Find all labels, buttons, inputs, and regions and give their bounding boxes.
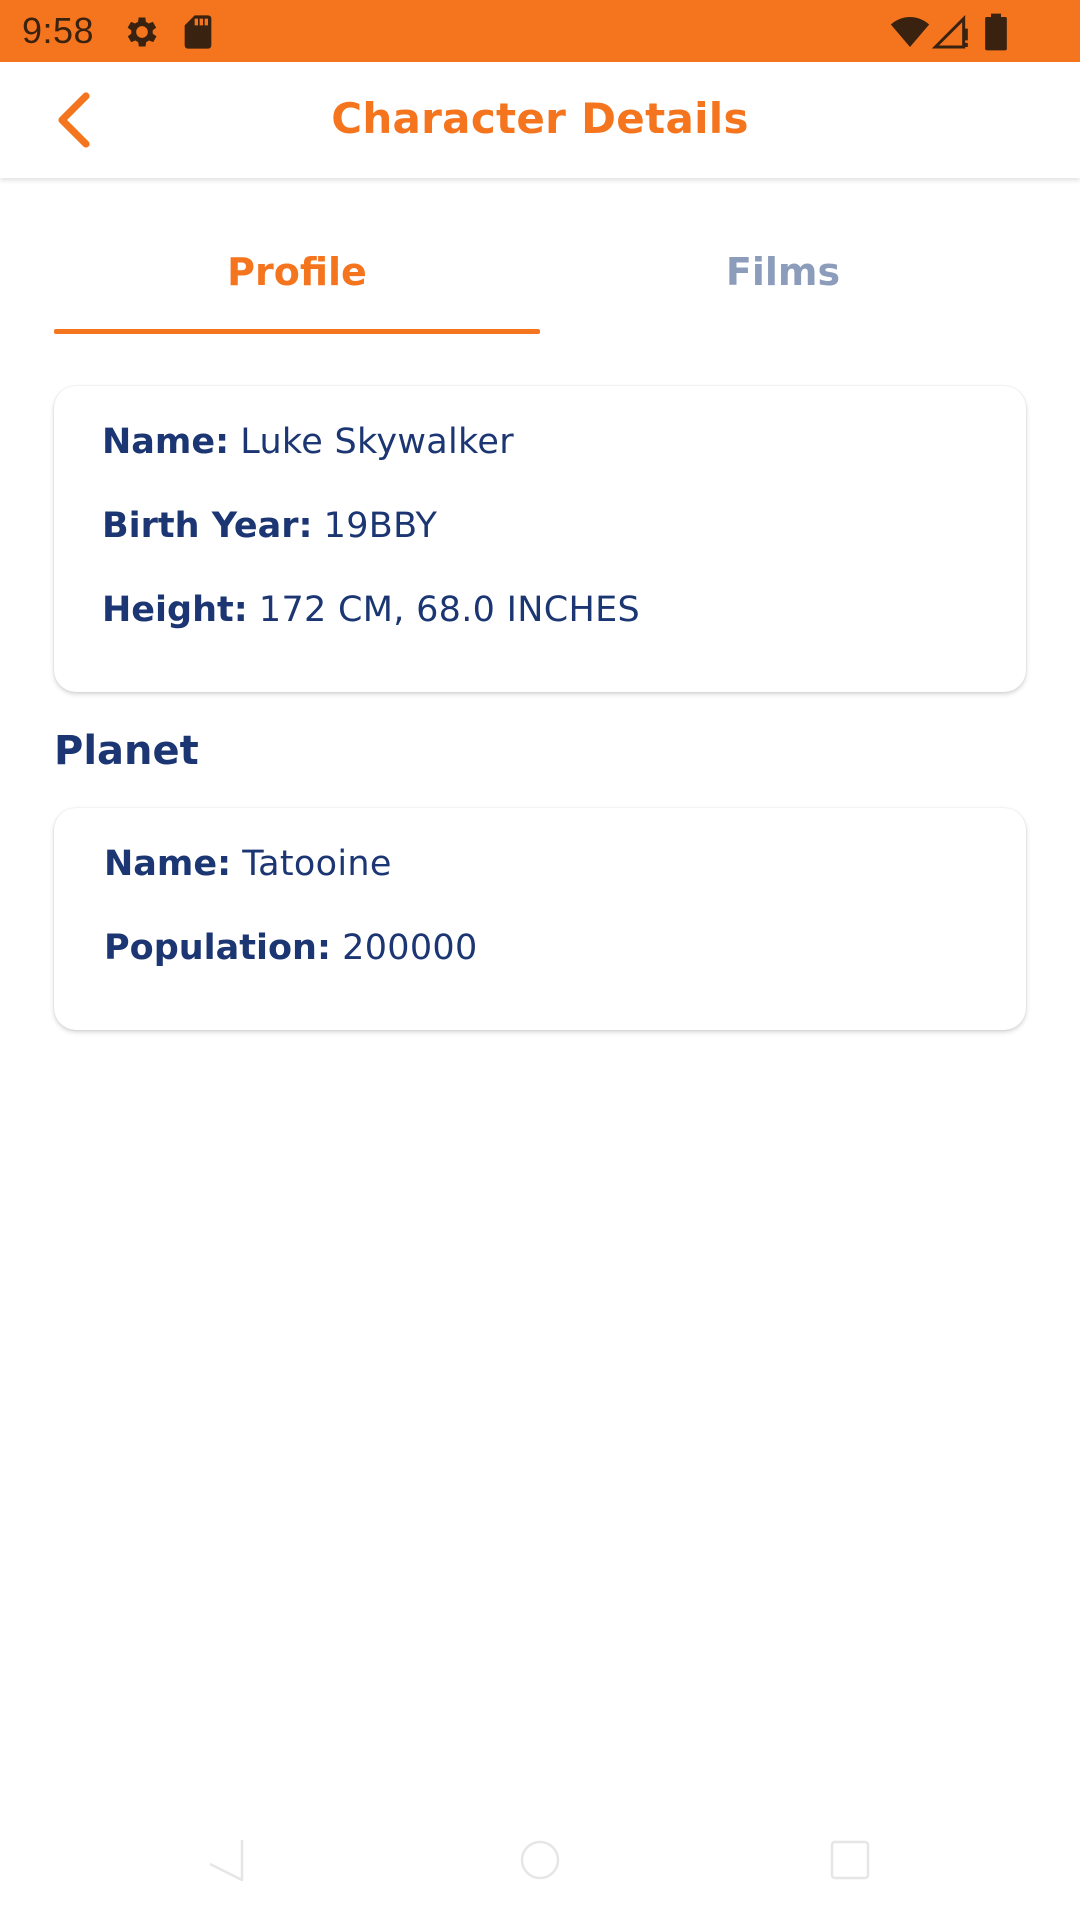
tab-profile[interactable]: Profile — [54, 230, 540, 334]
planet-name-label: Name: — [104, 844, 232, 884]
recents-square-icon — [830, 1840, 870, 1880]
planet-name-row: Name: Tatooine — [104, 844, 392, 884]
home-circle-icon — [520, 1840, 560, 1880]
tab-bar: Profile Films — [54, 230, 1026, 334]
cell-signal-icon — [932, 12, 972, 52]
status-bar: 9:58 — [0, 0, 1080, 62]
planet-card: Name: Tatooine Population: 200000 — [54, 808, 1026, 1030]
tab-profile-label: Profile — [227, 250, 367, 294]
planet-population-row: Population: 200000 — [104, 928, 478, 968]
wifi-icon — [888, 12, 932, 52]
tab-films-label: Films — [725, 250, 841, 294]
planet-population-value: 200000 — [342, 928, 478, 968]
nav-home-button[interactable] — [500, 1820, 580, 1900]
back-triangle-icon — [209, 1840, 244, 1882]
planet-heading: Planet — [54, 728, 199, 774]
profile-name-label: Name: — [102, 422, 230, 462]
profile-name-row: Name: Luke Skywalker — [102, 422, 514, 462]
page-title: Character Details — [331, 94, 749, 143]
active-tab-indicator — [54, 329, 540, 334]
system-nav-bar — [0, 1800, 1080, 1920]
settings-icon — [122, 12, 162, 52]
profile-birth-year-row: Birth Year: 19BBY — [102, 506, 437, 546]
battery-icon — [980, 12, 1012, 52]
profile-card: Name: Luke Skywalker Birth Year: 19BBY H… — [54, 386, 1026, 692]
nav-recents-button[interactable] — [810, 1820, 890, 1900]
profile-birth-year-label: Birth Year: — [102, 506, 313, 546]
sd-card-icon — [178, 12, 218, 52]
profile-name-value: Luke Skywalker — [240, 422, 514, 462]
profile-height-label: Height: — [102, 590, 248, 630]
app-bar: Character Details — [0, 62, 1080, 178]
planet-population-label: Population: — [104, 928, 331, 968]
nav-back-button[interactable] — [186, 1820, 266, 1900]
profile-height-value: 172 CM, 68.0 INCHES — [258, 590, 641, 630]
tab-films[interactable]: Films — [540, 230, 1026, 334]
planet-name-value: Tatooine — [242, 844, 392, 884]
profile-birth-year-value: 19BBY — [323, 506, 438, 546]
status-time: 9:58 — [22, 10, 95, 51]
profile-height-row: Height: 172 CM, 68.0 INCHES — [102, 590, 640, 630]
